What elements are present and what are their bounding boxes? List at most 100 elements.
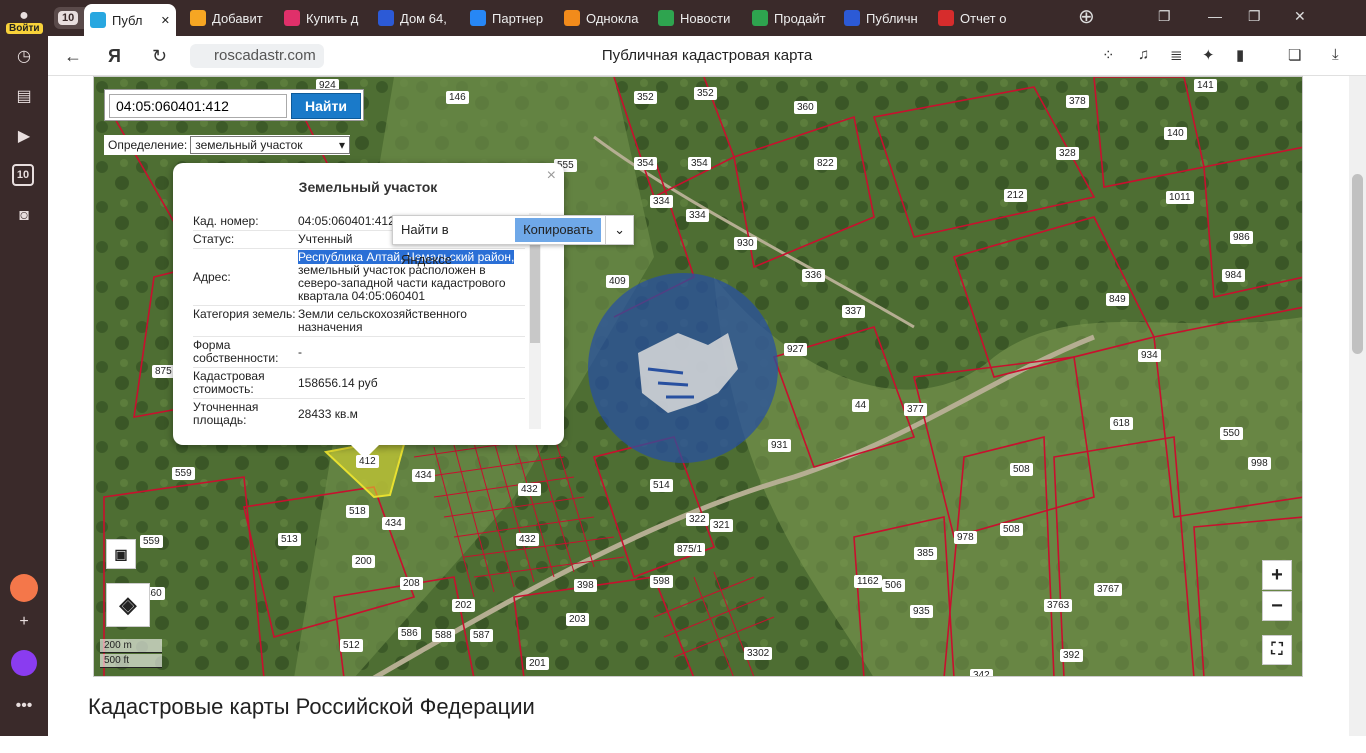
parcel-label[interactable]: 586 xyxy=(398,627,421,640)
parcel-label[interactable]: 334 xyxy=(650,195,673,208)
parcel-label[interactable]: 322 xyxy=(686,513,709,526)
copy-button[interactable]: Копировать xyxy=(515,218,602,242)
parcel-label[interactable]: 208 xyxy=(400,577,423,590)
layers-button[interactable]: ◈ xyxy=(106,583,150,627)
legend-button[interactable]: ▣ xyxy=(106,539,136,569)
parcel-label[interactable]: 392 xyxy=(1060,649,1083,662)
parcel-label[interactable]: 3763 xyxy=(1044,599,1073,612)
bookmark-icon[interactable]: ▮ xyxy=(1236,46,1244,64)
minimize-icon[interactable]: — xyxy=(1208,8,1222,24)
parcel-label[interactable]: 354 xyxy=(688,157,711,170)
parcel-label[interactable]: 598 xyxy=(650,575,673,588)
parcel-label[interactable]: 1011 xyxy=(1166,191,1194,204)
parcel-label[interactable]: 434 xyxy=(382,517,405,530)
tab-3[interactable]: Купить д xyxy=(278,4,370,32)
tab-10[interactable]: Отчет о xyxy=(932,4,1024,32)
parcel-label[interactable]: 518 xyxy=(346,505,369,518)
parcel-label[interactable]: 141 xyxy=(1194,79,1217,92)
parcel-label[interactable]: 200 xyxy=(352,555,375,568)
parcel-label[interactable]: 998 xyxy=(1248,457,1271,470)
bookmarks-icon[interactable]: ❐ xyxy=(1158,8,1171,25)
close-tab-icon[interactable]: ✕ xyxy=(161,14,170,27)
find-in-yandex-button[interactable]: Найти в Яндексе xyxy=(393,215,511,267)
parcel-label[interactable]: 875/1 xyxy=(674,543,706,556)
parcel-label[interactable]: 336 xyxy=(802,269,825,282)
zoom-in-button[interactable]: + xyxy=(1262,560,1292,590)
parcel-label[interactable]: 559 xyxy=(140,535,163,548)
close-icon[interactable]: × xyxy=(547,167,556,185)
reader-icon[interactable]: ≣ xyxy=(1170,46,1183,64)
history-icon[interactable]: ◷ xyxy=(12,44,36,68)
parcel-label[interactable]: 986 xyxy=(1230,231,1253,244)
extensions-icon[interactable]: ✦ xyxy=(1202,46,1215,64)
cadastral-number-input[interactable] xyxy=(109,94,287,118)
parcel-label[interactable]: 513 xyxy=(278,533,301,546)
tab-8[interactable]: Продайт xyxy=(746,4,838,32)
parcel-label[interactable]: 508 xyxy=(1000,523,1023,536)
parcel-label[interactable]: 328 xyxy=(1056,147,1079,160)
more-icon[interactable]: ••• xyxy=(12,694,36,718)
parcel-label[interactable]: 934 xyxy=(1138,349,1161,362)
tab-7[interactable]: Новости xyxy=(652,4,744,32)
tab-5[interactable]: Партнер xyxy=(464,4,556,32)
parcel-label[interactable]: 875 xyxy=(152,365,175,378)
parcel-label[interactable]: 927 xyxy=(784,343,807,356)
parcel-label[interactable]: 360 xyxy=(794,101,817,114)
parcel-label[interactable]: 432 xyxy=(516,533,539,546)
page-scroll-thumb[interactable] xyxy=(1352,174,1363,354)
screenshot-icon[interactable]: ◙ xyxy=(12,204,36,228)
sidebar-tabs-icon[interactable]: ❏ xyxy=(1288,46,1301,64)
alice-icon[interactable] xyxy=(11,650,37,676)
tab-4[interactable]: Дом 64, xyxy=(372,4,464,32)
tab-1[interactable]: Публ ✕ xyxy=(84,4,176,36)
tab-9[interactable]: Публичн xyxy=(838,4,930,32)
parcel-label[interactable]: 44 xyxy=(852,399,870,412)
collections-icon[interactable]: ▤ xyxy=(12,84,36,108)
parcel-label[interactable]: 3767 xyxy=(1094,583,1123,596)
video-icon[interactable]: ▶ xyxy=(12,124,36,148)
headphones-icon[interactable]: ♫ xyxy=(1138,46,1149,63)
tab-2[interactable]: Добавит xyxy=(184,4,276,32)
parcel-label[interactable]: 587 xyxy=(470,629,493,642)
parcel-label[interactable]: 352 xyxy=(634,91,657,104)
parcel-label[interactable]: 377 xyxy=(904,403,927,416)
parcel-label[interactable]: 334 xyxy=(686,209,709,222)
parcel-label[interactable]: 337 xyxy=(842,305,865,318)
add-panel-icon[interactable]: + xyxy=(12,610,36,634)
parcel-label[interactable]: 508 xyxy=(1010,463,1033,476)
definition-select[interactable]: земельный участок ▾ xyxy=(190,136,350,154)
parcel-label[interactable]: 434 xyxy=(412,469,435,482)
parcel-label[interactable]: 201 xyxy=(526,657,549,670)
page-scrollbar[interactable] xyxy=(1349,76,1366,736)
parcel-label[interactable]: 512 xyxy=(340,639,363,652)
parcel-label[interactable]: 849 xyxy=(1106,293,1129,306)
parcel-label[interactable]: 432 xyxy=(518,483,541,496)
parcel-label[interactable]: 1162 xyxy=(854,575,882,588)
chevron-down-icon[interactable]: ⌄ xyxy=(605,215,633,245)
parcel-label[interactable]: 212 xyxy=(1004,189,1027,202)
parcel-label[interactable]: 378 xyxy=(1066,95,1089,108)
parcel-label[interactable]: 822 xyxy=(814,157,837,170)
mail-icon[interactable] xyxy=(10,574,38,602)
tab-counter-icon[interactable]: 10 xyxy=(12,164,34,186)
parcel-label[interactable]: 352 xyxy=(694,87,717,100)
parcel-label[interactable]: 202 xyxy=(452,599,475,612)
parcel-label[interactable]: 385 xyxy=(914,547,937,560)
close-window-icon[interactable]: ✕ xyxy=(1294,8,1306,25)
parcel-label[interactable]: 930 xyxy=(734,237,757,250)
parcel-label[interactable]: 618 xyxy=(1110,417,1133,430)
parcel-label[interactable]: 506 xyxy=(882,579,905,592)
parcel-label[interactable]: 203 xyxy=(566,613,589,626)
fullscreen-button[interactable]: ⛶ xyxy=(1262,635,1292,665)
parcel-label[interactable]: 978 xyxy=(954,531,977,544)
cadastral-map[interactable]: 924 146 352 352 360 378 141 140 555 354 354 822 328 2… xyxy=(93,76,1303,677)
parcel-label[interactable]: 935 xyxy=(910,605,933,618)
apps-icon[interactable]: ⁘ xyxy=(1102,46,1115,64)
parcel-label[interactable]: 550 xyxy=(1220,427,1243,440)
login-badge[interactable]: Войти xyxy=(6,23,43,34)
parcel-label[interactable]: 140 xyxy=(1164,127,1187,140)
zoom-out-button[interactable]: − xyxy=(1262,591,1292,621)
parcel-label[interactable]: 321 xyxy=(710,519,733,532)
tab-6[interactable]: Однокла xyxy=(558,4,650,32)
parcel-label[interactable]: 354 xyxy=(634,157,657,170)
